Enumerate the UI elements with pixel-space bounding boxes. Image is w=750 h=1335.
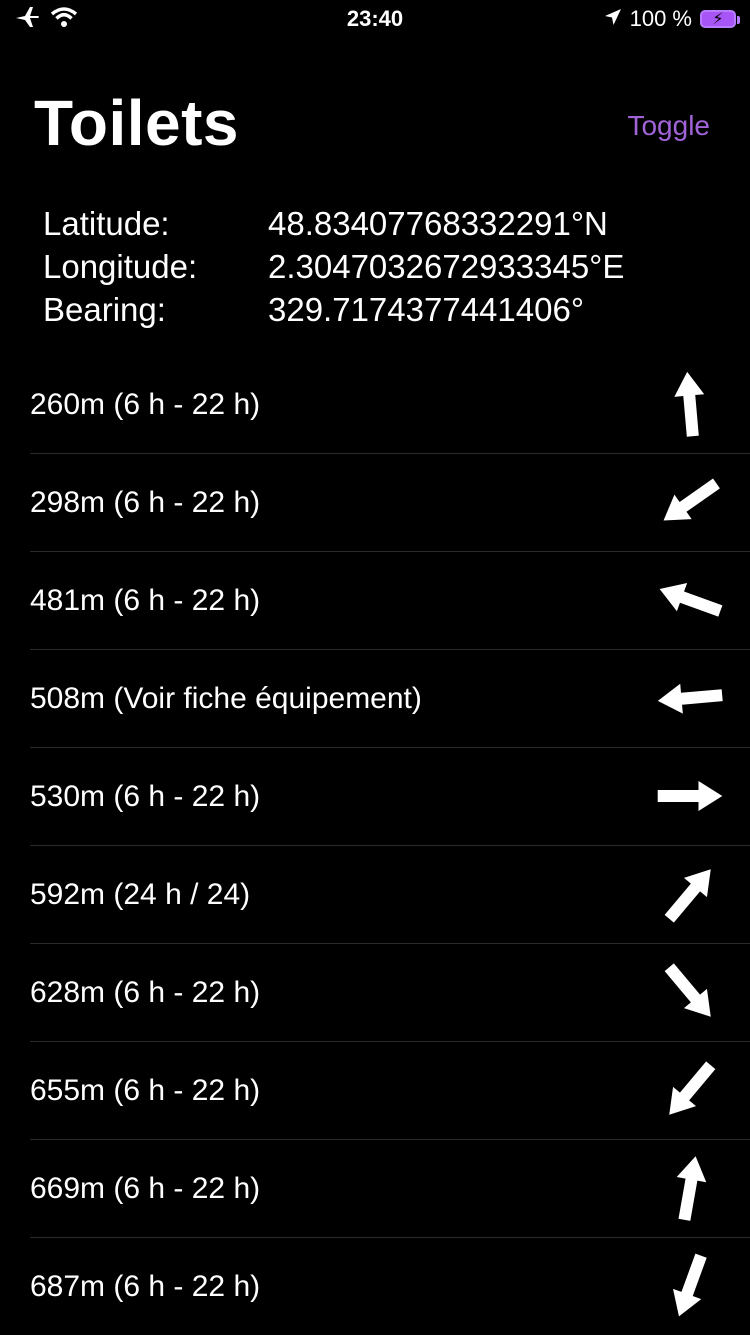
direction-arrow-icon bbox=[664, 963, 711, 1017]
list-item[interactable]: 481m (6 h - 22 h) bbox=[30, 552, 750, 650]
toilet-distance-label: 687m (6 h - 22 h) bbox=[30, 1269, 261, 1303]
battery-charging-icon: ⚡ bbox=[700, 10, 740, 28]
direction-arrow-icon bbox=[674, 371, 705, 437]
list-item[interactable]: 628m (6 h - 22 h) bbox=[30, 944, 750, 1042]
toilet-distance-label: 628m (6 h - 22 h) bbox=[30, 975, 261, 1009]
toggle-button[interactable]: Toggle bbox=[627, 110, 710, 142]
toilet-distance-label: 530m (6 h - 22 h) bbox=[30, 779, 261, 813]
direction-arrow-icon bbox=[676, 1156, 707, 1221]
list-item[interactable]: 655m (6 h - 22 h) bbox=[30, 1042, 750, 1140]
bearing-row: Bearing: 329.7174377441406° bbox=[43, 288, 624, 331]
list-item[interactable]: 592m (24 h / 24) bbox=[30, 846, 750, 944]
list-item[interactable]: 508m (Voir fiche équipement) bbox=[30, 650, 750, 748]
list-item[interactable]: 669m (6 h - 22 h) bbox=[30, 1140, 750, 1238]
direction-arrow-icon bbox=[664, 869, 711, 923]
direction-arrow-icon bbox=[669, 1061, 716, 1115]
toilet-distance-label: 669m (6 h - 22 h) bbox=[30, 1171, 261, 1205]
location-info: Latitude: 48.83407768332291°N Longitude:… bbox=[43, 202, 624, 331]
bearing-label: Bearing: bbox=[43, 291, 166, 328]
longitude-row: Longitude: 2.3047032672933345°E bbox=[43, 245, 624, 288]
status-right: 100 % ⚡ bbox=[604, 6, 740, 32]
toilet-distance-label: 298m (6 h - 22 h) bbox=[30, 485, 261, 519]
direction-arrow-icon bbox=[663, 478, 720, 521]
toilet-distance-label: 260m (6 h - 22 h) bbox=[30, 387, 261, 421]
page-title: Toilets bbox=[34, 87, 239, 159]
list-item[interactable]: 530m (6 h - 22 h) bbox=[30, 748, 750, 846]
toilet-distance-label: 655m (6 h - 22 h) bbox=[30, 1073, 261, 1107]
direction-arrow-icon bbox=[672, 1253, 707, 1317]
latitude-label: Latitude: bbox=[43, 205, 170, 242]
list-item[interactable]: 260m (6 h - 22 h) bbox=[30, 356, 750, 454]
toilet-distance-label: 508m (Voir fiche équipement) bbox=[30, 681, 422, 715]
latitude-value: 48.83407768332291°N bbox=[268, 205, 608, 242]
direction-arrow-icon bbox=[657, 683, 723, 714]
status-bar: 23:40 100 % ⚡ bbox=[0, 0, 750, 40]
direction-arrow-icon bbox=[659, 582, 723, 617]
location-arrow-icon bbox=[604, 6, 622, 32]
toilet-distance-label: 592m (24 h / 24) bbox=[30, 877, 251, 911]
latitude-row: Latitude: 48.83407768332291°N bbox=[43, 202, 624, 245]
list-item[interactable]: 298m (6 h - 22 h) bbox=[30, 454, 750, 552]
longitude-label: Longitude: bbox=[43, 248, 198, 285]
toilets-list: 260m (6 h - 22 h) 298m (6 h - 22 h) 481m… bbox=[0, 356, 750, 1335]
battery-percentage: 100 % bbox=[629, 6, 692, 31]
longitude-value: 2.3047032672933345°E bbox=[268, 248, 625, 285]
bearing-value: 329.7174377441406° bbox=[268, 291, 585, 328]
list-item[interactable]: 687m (6 h - 22 h) bbox=[30, 1238, 750, 1335]
direction-arrow-icon bbox=[657, 781, 723, 811]
toilet-distance-label: 481m (6 h - 22 h) bbox=[30, 583, 261, 617]
